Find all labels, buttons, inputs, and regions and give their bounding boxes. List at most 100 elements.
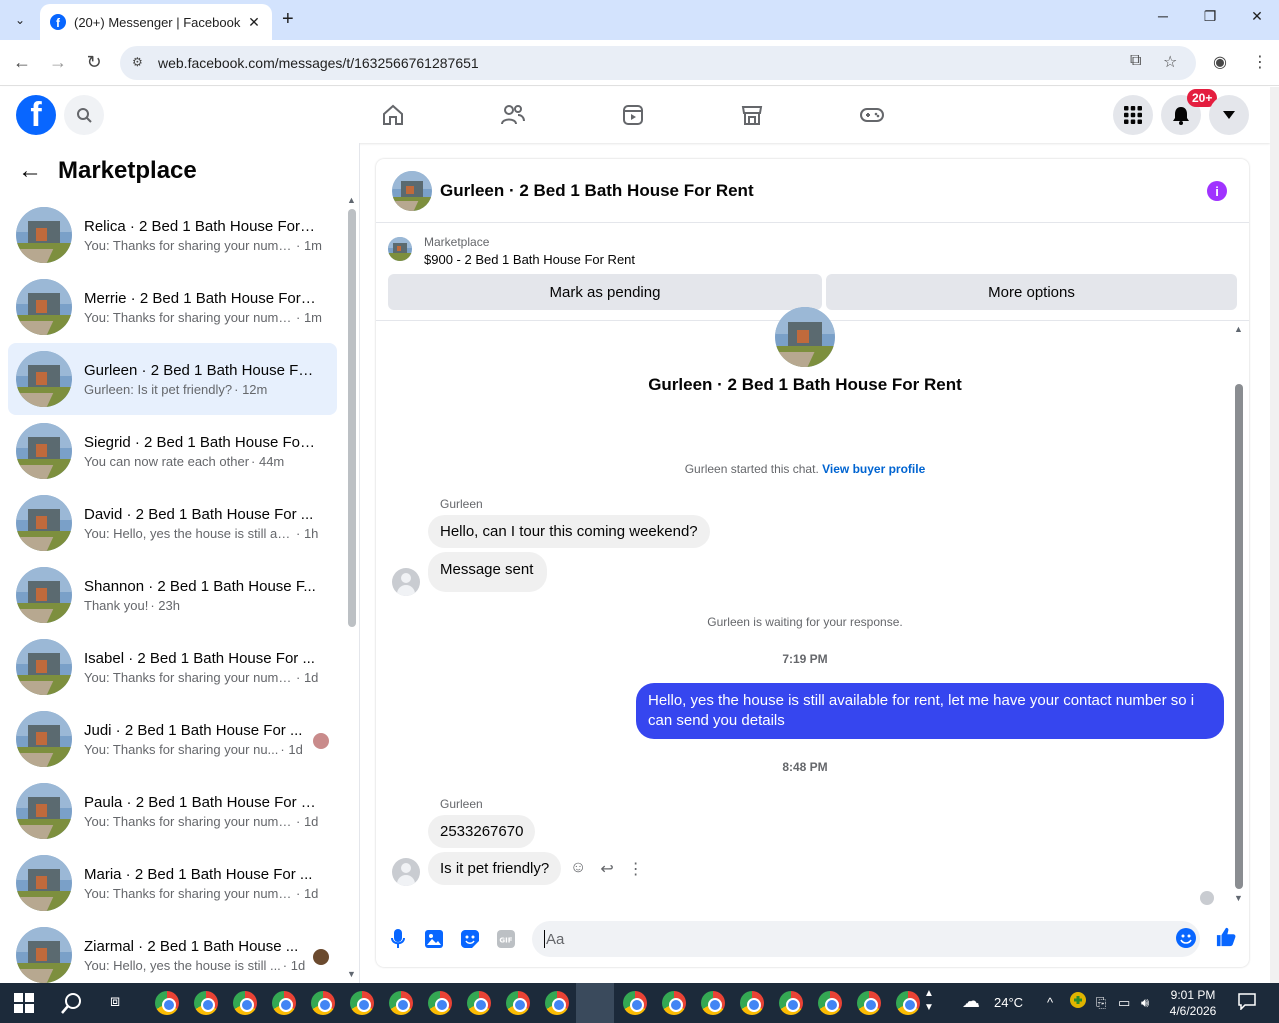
conversation-item[interactable]: Ziarmal · 2 Bed 1 Bath House ... You: Hel… [8, 919, 337, 991]
clock[interactable]: 9:01 PM 4/6/2026 [1163, 987, 1223, 1019]
outgoing-message[interactable]: Hello, yes the house is still available … [636, 683, 1224, 739]
back-arrow-icon[interactable]: ← [18, 157, 42, 185]
weather-icon[interactable]: ☁ [962, 991, 980, 1012]
security-icon[interactable] [1070, 992, 1086, 1011]
react-emoji-icon[interactable]: ☺ [570, 859, 586, 879]
search-icon[interactable] [64, 95, 104, 135]
install-app-icon[interactable]: ⧉ [1130, 52, 1141, 70]
incoming-message[interactable]: Is it pet friendly? [428, 852, 562, 885]
incoming-message[interactable]: 2533267670 [428, 815, 536, 848]
conversation-item[interactable]: Shannon · 2 Bed 1 Bath House F... Thank y… [8, 559, 337, 631]
profile-icon[interactable]: ◉ [1213, 52, 1227, 72]
message-input[interactable]: Aa [532, 921, 1200, 957]
tab-search-icon[interactable]: ⌄ [8, 8, 32, 32]
mark-as-pending-button[interactable]: Mark as pending [388, 274, 822, 310]
photo-icon[interactable] [424, 929, 444, 949]
account-dropdown-icon[interactable] [1209, 95, 1249, 135]
network-icon[interactable]: ▭ [1118, 995, 1130, 1011]
more-actions-icon[interactable]: ⋮ [628, 859, 644, 879]
incoming-message[interactable]: Hello, can I tour this coming weekend? [428, 515, 710, 548]
like-thumbs-up-icon[interactable] [1216, 927, 1236, 947]
volume-icon[interactable]: 🔊︎ [1141, 995, 1149, 1011]
marketplace-icon[interactable] [738, 101, 766, 129]
tray-scroll-icon[interactable]: ▲ ▼ [924, 987, 934, 1015]
chrome-app-icon[interactable] [272, 991, 296, 1015]
chrome-app-icon[interactable] [740, 991, 764, 1015]
chrome-app-icon[interactable] [896, 991, 920, 1015]
task-view-icon[interactable]: ⧈ [110, 993, 120, 1011]
video-icon[interactable] [619, 101, 647, 129]
conversation-item[interactable]: Isabel · 2 Bed 1 Bath House For ... You: … [8, 631, 337, 703]
conversation-item[interactable]: David · 2 Bed 1 Bath House For ... You: H… [8, 487, 337, 559]
conversation-item[interactable]: Merrie · 2 Bed 1 Bath House For ... You: … [8, 271, 337, 343]
chrome-app-icon[interactable] [662, 991, 686, 1015]
browser-tab[interactable]: f (20+) Messenger | Facebook ✕ [40, 4, 272, 40]
sender-avatar[interactable] [392, 858, 420, 886]
view-buyer-profile-link[interactable]: View buyer profile [822, 462, 925, 476]
more-options-button[interactable]: More options [826, 274, 1237, 310]
chrome-app-icon[interactable] [506, 991, 530, 1015]
forward-icon[interactable]: → [46, 52, 70, 73]
menu-grid-icon[interactable] [1113, 95, 1153, 135]
chrome-app-icon[interactable] [818, 991, 842, 1015]
chat-listing-thumbnail[interactable] [392, 170, 432, 211]
chrome-app-icon[interactable] [233, 991, 257, 1015]
emoji-icon[interactable] [1176, 928, 1196, 948]
tray-expand-icon[interactable]: ^ [1047, 995, 1053, 1010]
friends-icon[interactable] [499, 101, 527, 129]
conversation-item[interactable]: Gurleen · 2 Bed 1 Bath House Fo... Gurlee… [8, 343, 337, 415]
conversation-item[interactable]: Maria · 2 Bed 1 Bath House For ... You: T… [8, 847, 337, 919]
chrome-app-icon[interactable] [701, 991, 725, 1015]
chrome-app-icon[interactable] [623, 991, 647, 1015]
search-icon[interactable] [60, 991, 84, 1020]
chrome-app-icon[interactable] [194, 991, 218, 1015]
meet-icon[interactable]: ⎘ [1096, 995, 1106, 1011]
sticker-icon[interactable] [460, 929, 480, 949]
tab-close-icon[interactable]: ✕ [246, 14, 262, 31]
scroll-down-icon[interactable]: ▼ [347, 969, 356, 979]
chrome-app-icon[interactable] [467, 991, 491, 1015]
windows-start-icon[interactable] [14, 993, 34, 1013]
conversation-item[interactable]: Judi · 2 Bed 1 Bath House For ... You: Th… [8, 703, 337, 775]
restore-icon[interactable]: ❐ [1187, 8, 1233, 25]
reply-icon[interactable]: ↩ [600, 859, 613, 879]
reload-icon[interactable]: ↻ [82, 52, 106, 73]
minimize-icon[interactable]: ─ [1140, 8, 1186, 24]
new-tab-icon[interactable]: + [282, 8, 294, 31]
chrome-app-icon[interactable] [350, 991, 374, 1015]
gaming-icon[interactable] [858, 101, 886, 129]
browser-menu-icon[interactable]: ⋮ [1252, 52, 1268, 72]
facebook-logo-icon[interactable]: f [16, 95, 56, 135]
sidebar-scrollbar[interactable] [348, 209, 356, 627]
sender-avatar[interactable] [392, 568, 420, 596]
info-icon[interactable]: i [1207, 181, 1227, 201]
microphone-icon[interactable] [388, 929, 408, 949]
url-field[interactable]: ⚙ web.facebook.com/messages/t/1632566761… [120, 46, 1196, 80]
chrome-app-icon[interactable] [428, 991, 452, 1015]
home-icon[interactable] [379, 101, 407, 129]
conversation-item[interactable]: Siegrid · 2 Bed 1 Bath House For... You c… [8, 415, 337, 487]
conversation-item[interactable]: Relica · 2 Bed 1 Bath House For ... You: … [8, 199, 337, 271]
site-info-icon[interactable]: ⚙ [132, 55, 148, 71]
chat-scrollbar[interactable] [1235, 384, 1243, 889]
back-icon[interactable]: ← [10, 52, 34, 73]
page-scrollbar[interactable] [1270, 87, 1279, 983]
conversation-item[interactable]: Paula · 2 Bed 1 Bath House For R... You: … [8, 775, 337, 847]
gif-icon[interactable]: GIF [496, 929, 516, 949]
bookmark-star-icon[interactable]: ☆ [1163, 52, 1177, 72]
chrome-app-icon[interactable] [857, 991, 881, 1015]
temperature[interactable]: 24°C [994, 995, 1023, 1010]
incoming-message[interactable]: Message sent [428, 552, 548, 592]
chrome-app-icon[interactable] [779, 991, 803, 1015]
notification-center-icon[interactable] [1238, 992, 1256, 1013]
chrome-app-icon[interactable] [155, 991, 179, 1015]
listing-summary[interactable]: Marketplace $900 - 2 Bed 1 Bath House Fo… [388, 235, 635, 267]
chrome-app-icon[interactable] [389, 991, 413, 1015]
close-window-icon[interactable]: ✕ [1234, 8, 1279, 25]
scroll-up-icon[interactable]: ▲ [1234, 324, 1243, 334]
chat-title[interactable]: Gurleen · 2 Bed 1 Bath House For Rent [440, 181, 754, 201]
chrome-app-icon[interactable] [311, 991, 335, 1015]
scroll-down-icon[interactable]: ▼ [1234, 893, 1243, 903]
chrome-app-icon[interactable] [545, 991, 569, 1015]
scroll-up-icon[interactable]: ▲ [347, 195, 356, 205]
